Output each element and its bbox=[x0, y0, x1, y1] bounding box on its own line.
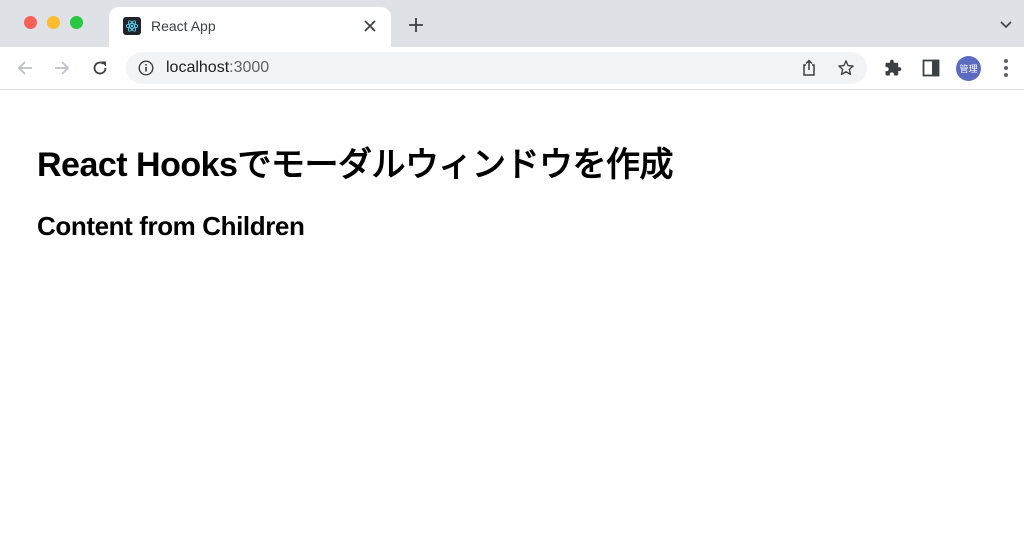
window-close-button[interactable] bbox=[24, 16, 37, 29]
content-subheading: Content from Children bbox=[37, 211, 305, 241]
tab-close-icon[interactable] bbox=[359, 15, 381, 37]
tab-strip: React App bbox=[0, 0, 1024, 47]
url-text[interactable]: localhost:3000 bbox=[166, 59, 269, 77]
address-bar[interactable]: localhost:3000 bbox=[126, 52, 867, 84]
page-content: React Hooksでモーダルウィンドウを作成 Content from Ch… bbox=[0, 91, 1024, 559]
url-host: localhost bbox=[166, 59, 230, 76]
share-icon[interactable] bbox=[799, 58, 819, 78]
extensions-puzzle-icon[interactable] bbox=[883, 58, 903, 78]
window-minimize-button[interactable] bbox=[47, 16, 60, 29]
tab-react-app[interactable]: React App bbox=[109, 7, 391, 47]
side-panel-icon[interactable] bbox=[921, 58, 941, 78]
more-menu-icon[interactable] bbox=[996, 58, 1016, 78]
site-info-icon[interactable] bbox=[138, 60, 154, 76]
forward-button[interactable] bbox=[50, 56, 74, 80]
tab-title: React App bbox=[151, 18, 216, 34]
chevron-down-icon[interactable] bbox=[998, 16, 1014, 32]
reload-button[interactable] bbox=[88, 56, 112, 80]
window-maximize-button[interactable] bbox=[70, 16, 83, 29]
react-logo-icon bbox=[123, 17, 141, 35]
url-port: :3000 bbox=[229, 59, 270, 76]
browser-toolbar: localhost:3000 管理 bbox=[0, 47, 1024, 90]
page-title: React Hooksでモーダルウィンドウを作成 bbox=[37, 146, 673, 184]
profile-avatar[interactable]: 管理 bbox=[956, 56, 981, 81]
new-tab-button[interactable] bbox=[404, 13, 428, 37]
back-button[interactable] bbox=[13, 56, 37, 80]
bookmark-star-icon[interactable] bbox=[836, 58, 856, 78]
